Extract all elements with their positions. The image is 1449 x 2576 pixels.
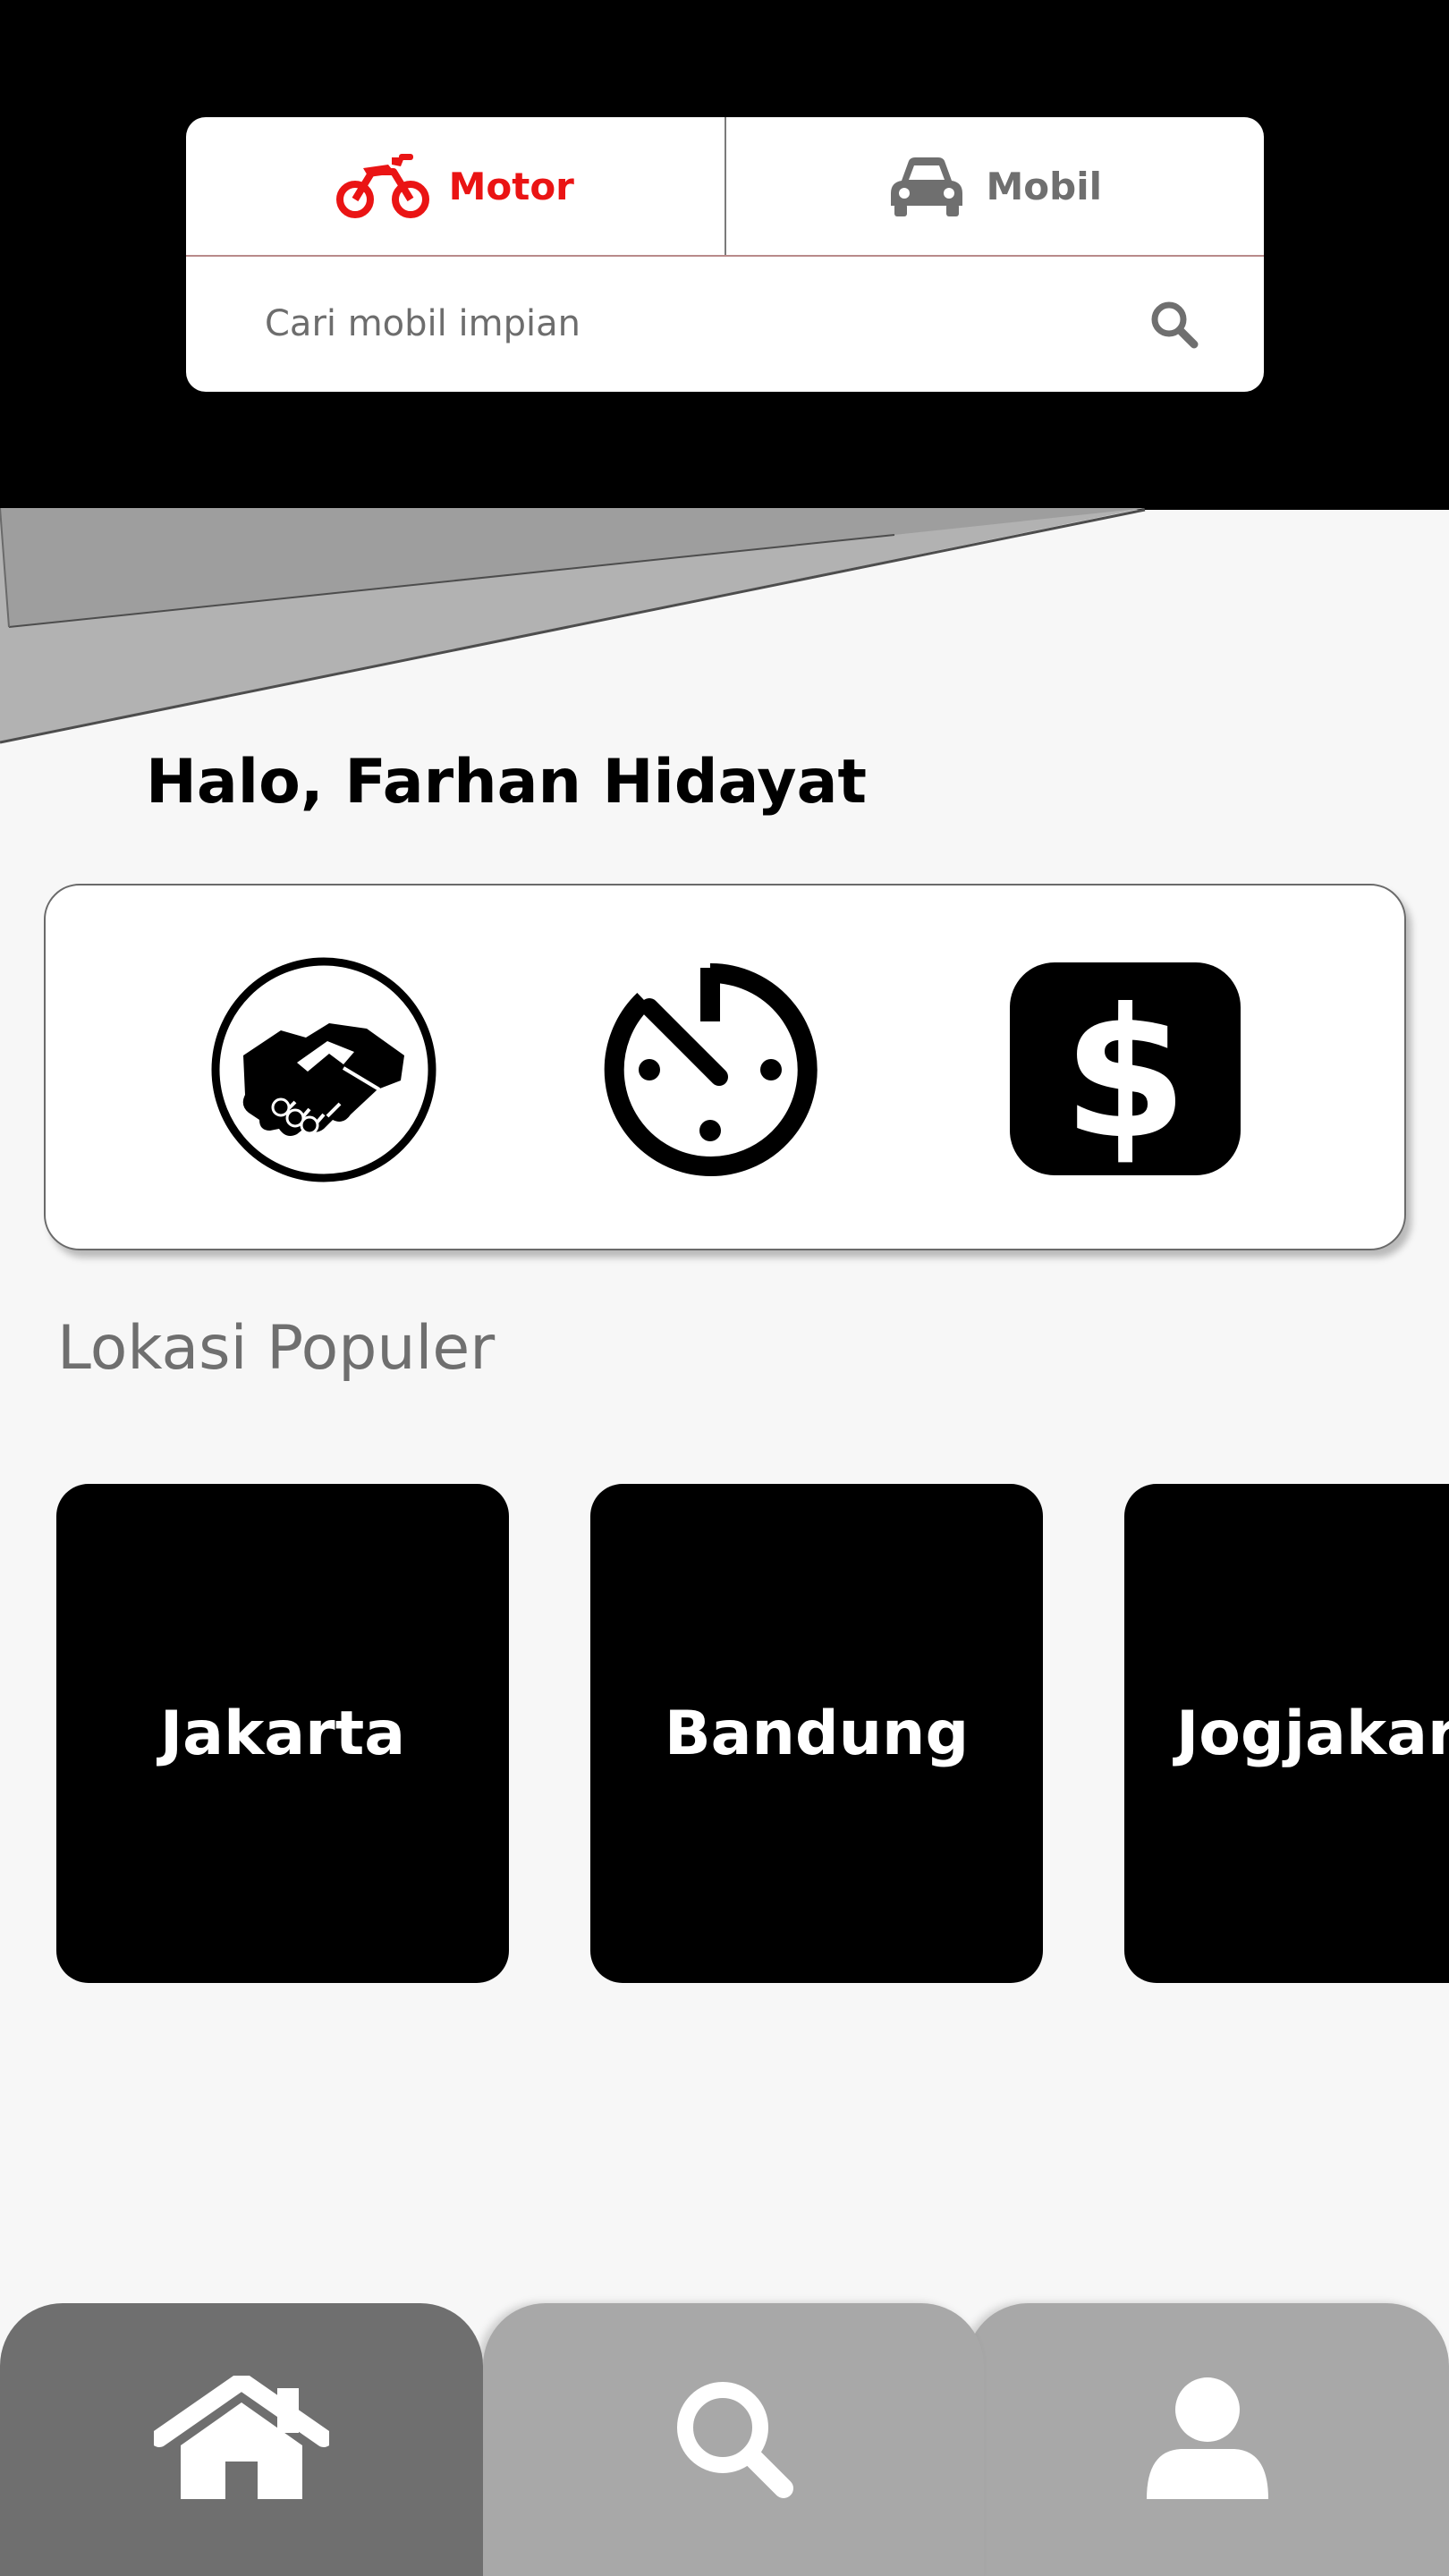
vehicle-tabs: Motor Mobil — [186, 117, 1264, 257]
handshake-icon[interactable] — [209, 955, 438, 1184]
greeting-text: Halo, Farhan Hidayat — [146, 747, 868, 818]
tab-mobil-label: Mobil — [986, 164, 1102, 208]
search-icon[interactable] — [1142, 292, 1205, 355]
nav-home[interactable] — [0, 2303, 483, 2576]
search-card: Motor Mobil — [186, 117, 1264, 392]
location-card-bandung[interactable]: Bandung — [590, 1484, 1043, 1983]
tab-mobil[interactable]: Mobil — [724, 117, 1265, 255]
dollar-icon[interactable]: $ — [1008, 961, 1242, 1177]
location-label: Jakarta — [159, 1698, 406, 1769]
home-icon — [150, 2371, 333, 2504]
tab-motor-label: Motor — [448, 164, 574, 208]
profile-icon — [1145, 2376, 1270, 2504]
popular-locations-title: Lokasi Populer — [57, 1313, 496, 1384]
timer-icon[interactable] — [596, 955, 825, 1184]
services-card: $ — [44, 884, 1406, 1250]
search-row — [186, 257, 1264, 390]
tab-motor[interactable]: Motor — [186, 117, 724, 255]
svg-text:$: $ — [1063, 970, 1187, 1177]
search-input[interactable] — [265, 302, 1142, 344]
motorcycle-icon — [335, 152, 429, 220]
decorative-background-shapes — [0, 508, 1146, 744]
nav-profile[interactable] — [966, 2303, 1449, 2576]
nav-search[interactable] — [483, 2303, 984, 2576]
car-icon — [887, 154, 966, 218]
location-label: Jogjakarta — [1176, 1698, 1449, 1769]
search-icon — [671, 2376, 796, 2504]
location-card-jakarta[interactable]: Jakarta — [56, 1484, 509, 1983]
location-label: Bandung — [664, 1698, 970, 1769]
bottom-navigation — [0, 2303, 1449, 2576]
location-card-jogjakarta[interactable]: Jogjakarta — [1124, 1484, 1449, 1983]
